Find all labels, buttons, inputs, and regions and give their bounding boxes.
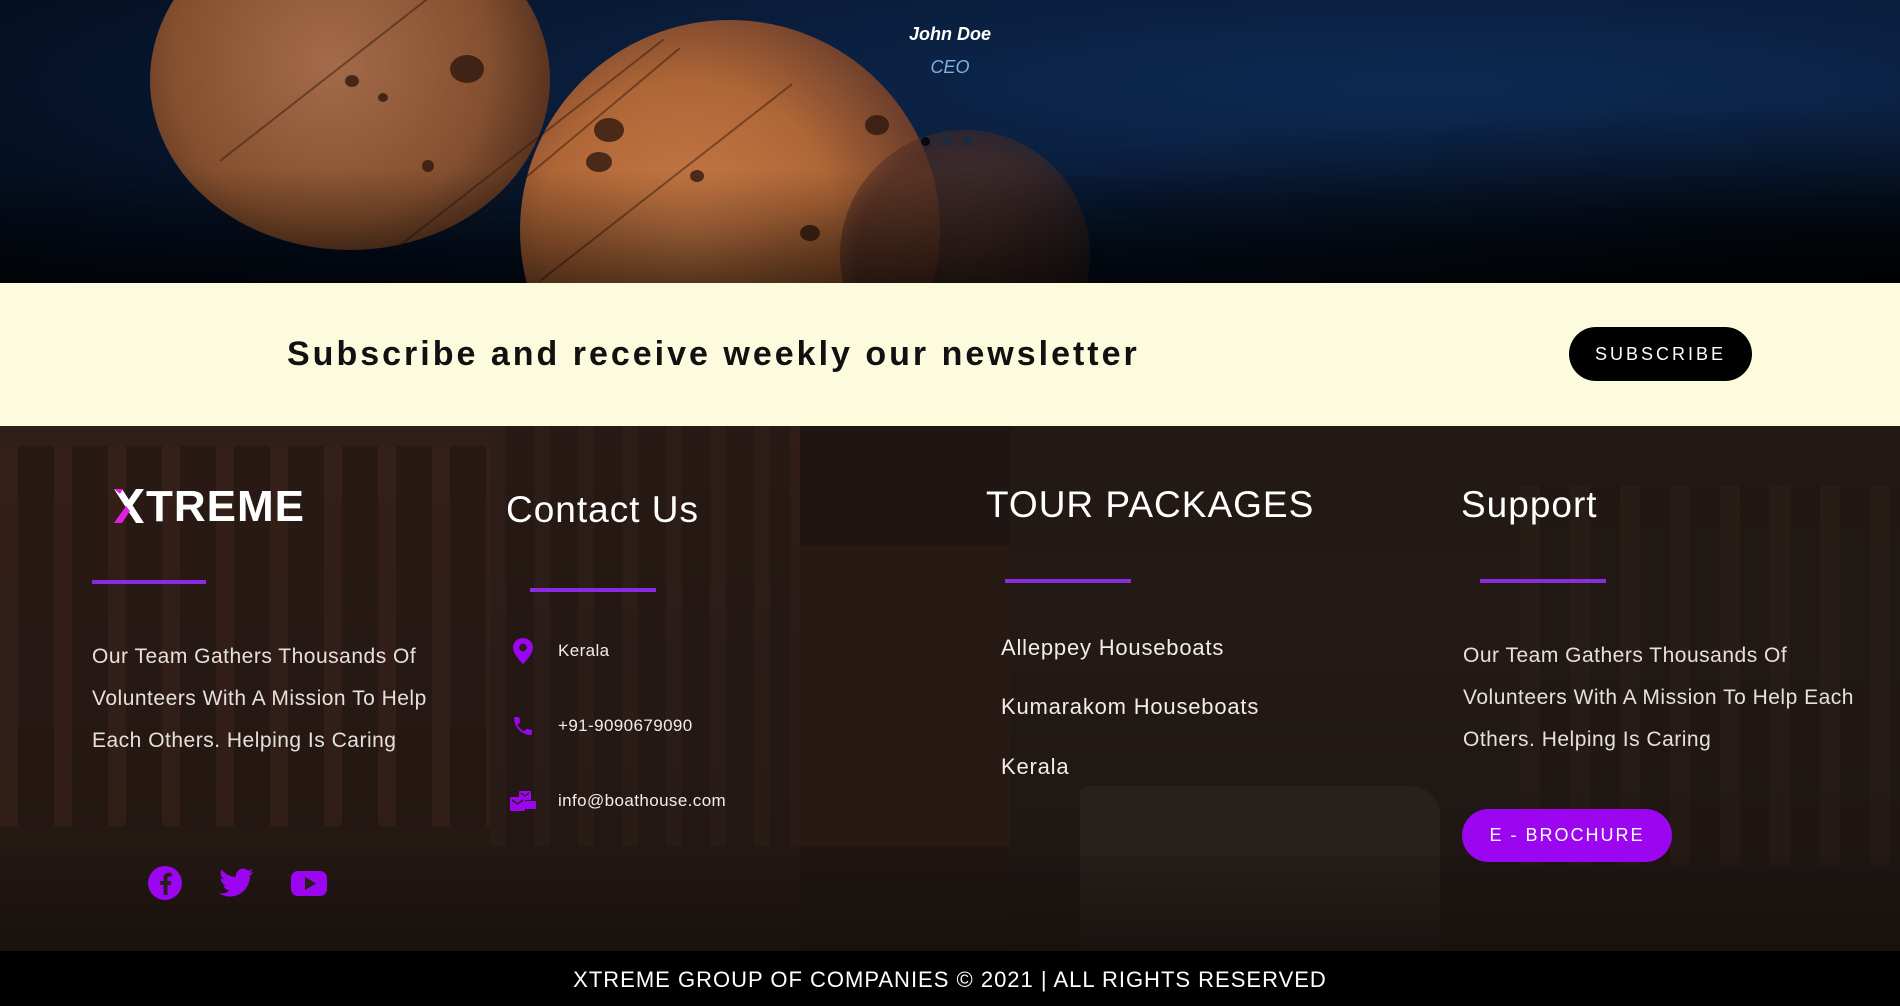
testimonial-author-name: John Doe bbox=[908, 24, 991, 44]
twitter-icon[interactable] bbox=[219, 865, 255, 901]
subscribe-button[interactable]: SUBSCRIBE bbox=[1569, 327, 1752, 381]
logo-underline bbox=[92, 580, 206, 584]
testimonial-author-role: CEO bbox=[930, 57, 970, 77]
carousel-dot-2[interactable] bbox=[942, 137, 951, 146]
package-link-alleppey[interactable]: Alleppey Houseboats bbox=[1001, 635, 1224, 661]
mail-box-icon bbox=[510, 788, 536, 814]
tour-packages-heading: TOUR PACKAGES bbox=[986, 484, 1315, 525]
carousel-dot-3[interactable] bbox=[963, 137, 972, 146]
carousel-dot-1[interactable] bbox=[921, 137, 930, 146]
carousel-dots bbox=[921, 137, 972, 146]
phone-text: +91-9090679090 bbox=[558, 716, 693, 735]
contact-underline bbox=[530, 588, 656, 592]
xtreme-logo[interactable]: TREME bbox=[114, 485, 305, 529]
package-link-kumarakom[interactable]: Kumarakom Houseboats bbox=[1001, 694, 1259, 720]
newsletter-heading: Subscribe and receive weekly our newslet… bbox=[287, 335, 1140, 373]
location-text: Kerala bbox=[558, 641, 610, 660]
newsletter-section: Subscribe and receive weekly our newslet… bbox=[0, 283, 1900, 426]
tour-packages-underline bbox=[1005, 579, 1131, 583]
copyright-bar: XTREME GROUP OF COMPANIES © 2021 | ALL R… bbox=[0, 951, 1900, 1006]
phone-icon bbox=[510, 713, 536, 739]
logo-x-mark bbox=[114, 487, 144, 523]
facebook-icon[interactable] bbox=[147, 865, 183, 901]
contact-email[interactable]: info@boathouse.com bbox=[510, 788, 726, 814]
about-text: Our Team Gathers Thousands Of Volunteers… bbox=[92, 645, 427, 752]
testimonial-section: John Doe CEO bbox=[0, 0, 1900, 283]
contact-phone[interactable]: +91-9090679090 bbox=[510, 713, 693, 739]
support-underline bbox=[1480, 579, 1606, 583]
logo-text: TREME bbox=[146, 482, 305, 531]
youtube-icon[interactable] bbox=[291, 865, 327, 901]
support-text: Our Team Gathers Thousands Of Volunteers… bbox=[1463, 644, 1854, 751]
email-text: info@boathouse.com bbox=[558, 791, 727, 810]
location-pin-icon bbox=[510, 638, 536, 664]
copyright-text: XTREME GROUP OF COMPANIES © 2021 | ALL R… bbox=[573, 967, 1327, 992]
e-brochure-button[interactable]: E - BROCHURE bbox=[1462, 809, 1672, 862]
footer: TREME Our Team Gathers Thousands Of Volu… bbox=[0, 426, 1900, 951]
contact-location: Kerala bbox=[510, 638, 610, 664]
contact-heading: Contact Us bbox=[506, 489, 700, 530]
support-heading: Support bbox=[1461, 484, 1598, 525]
package-link-kerala[interactable]: Kerala bbox=[1001, 754, 1069, 780]
